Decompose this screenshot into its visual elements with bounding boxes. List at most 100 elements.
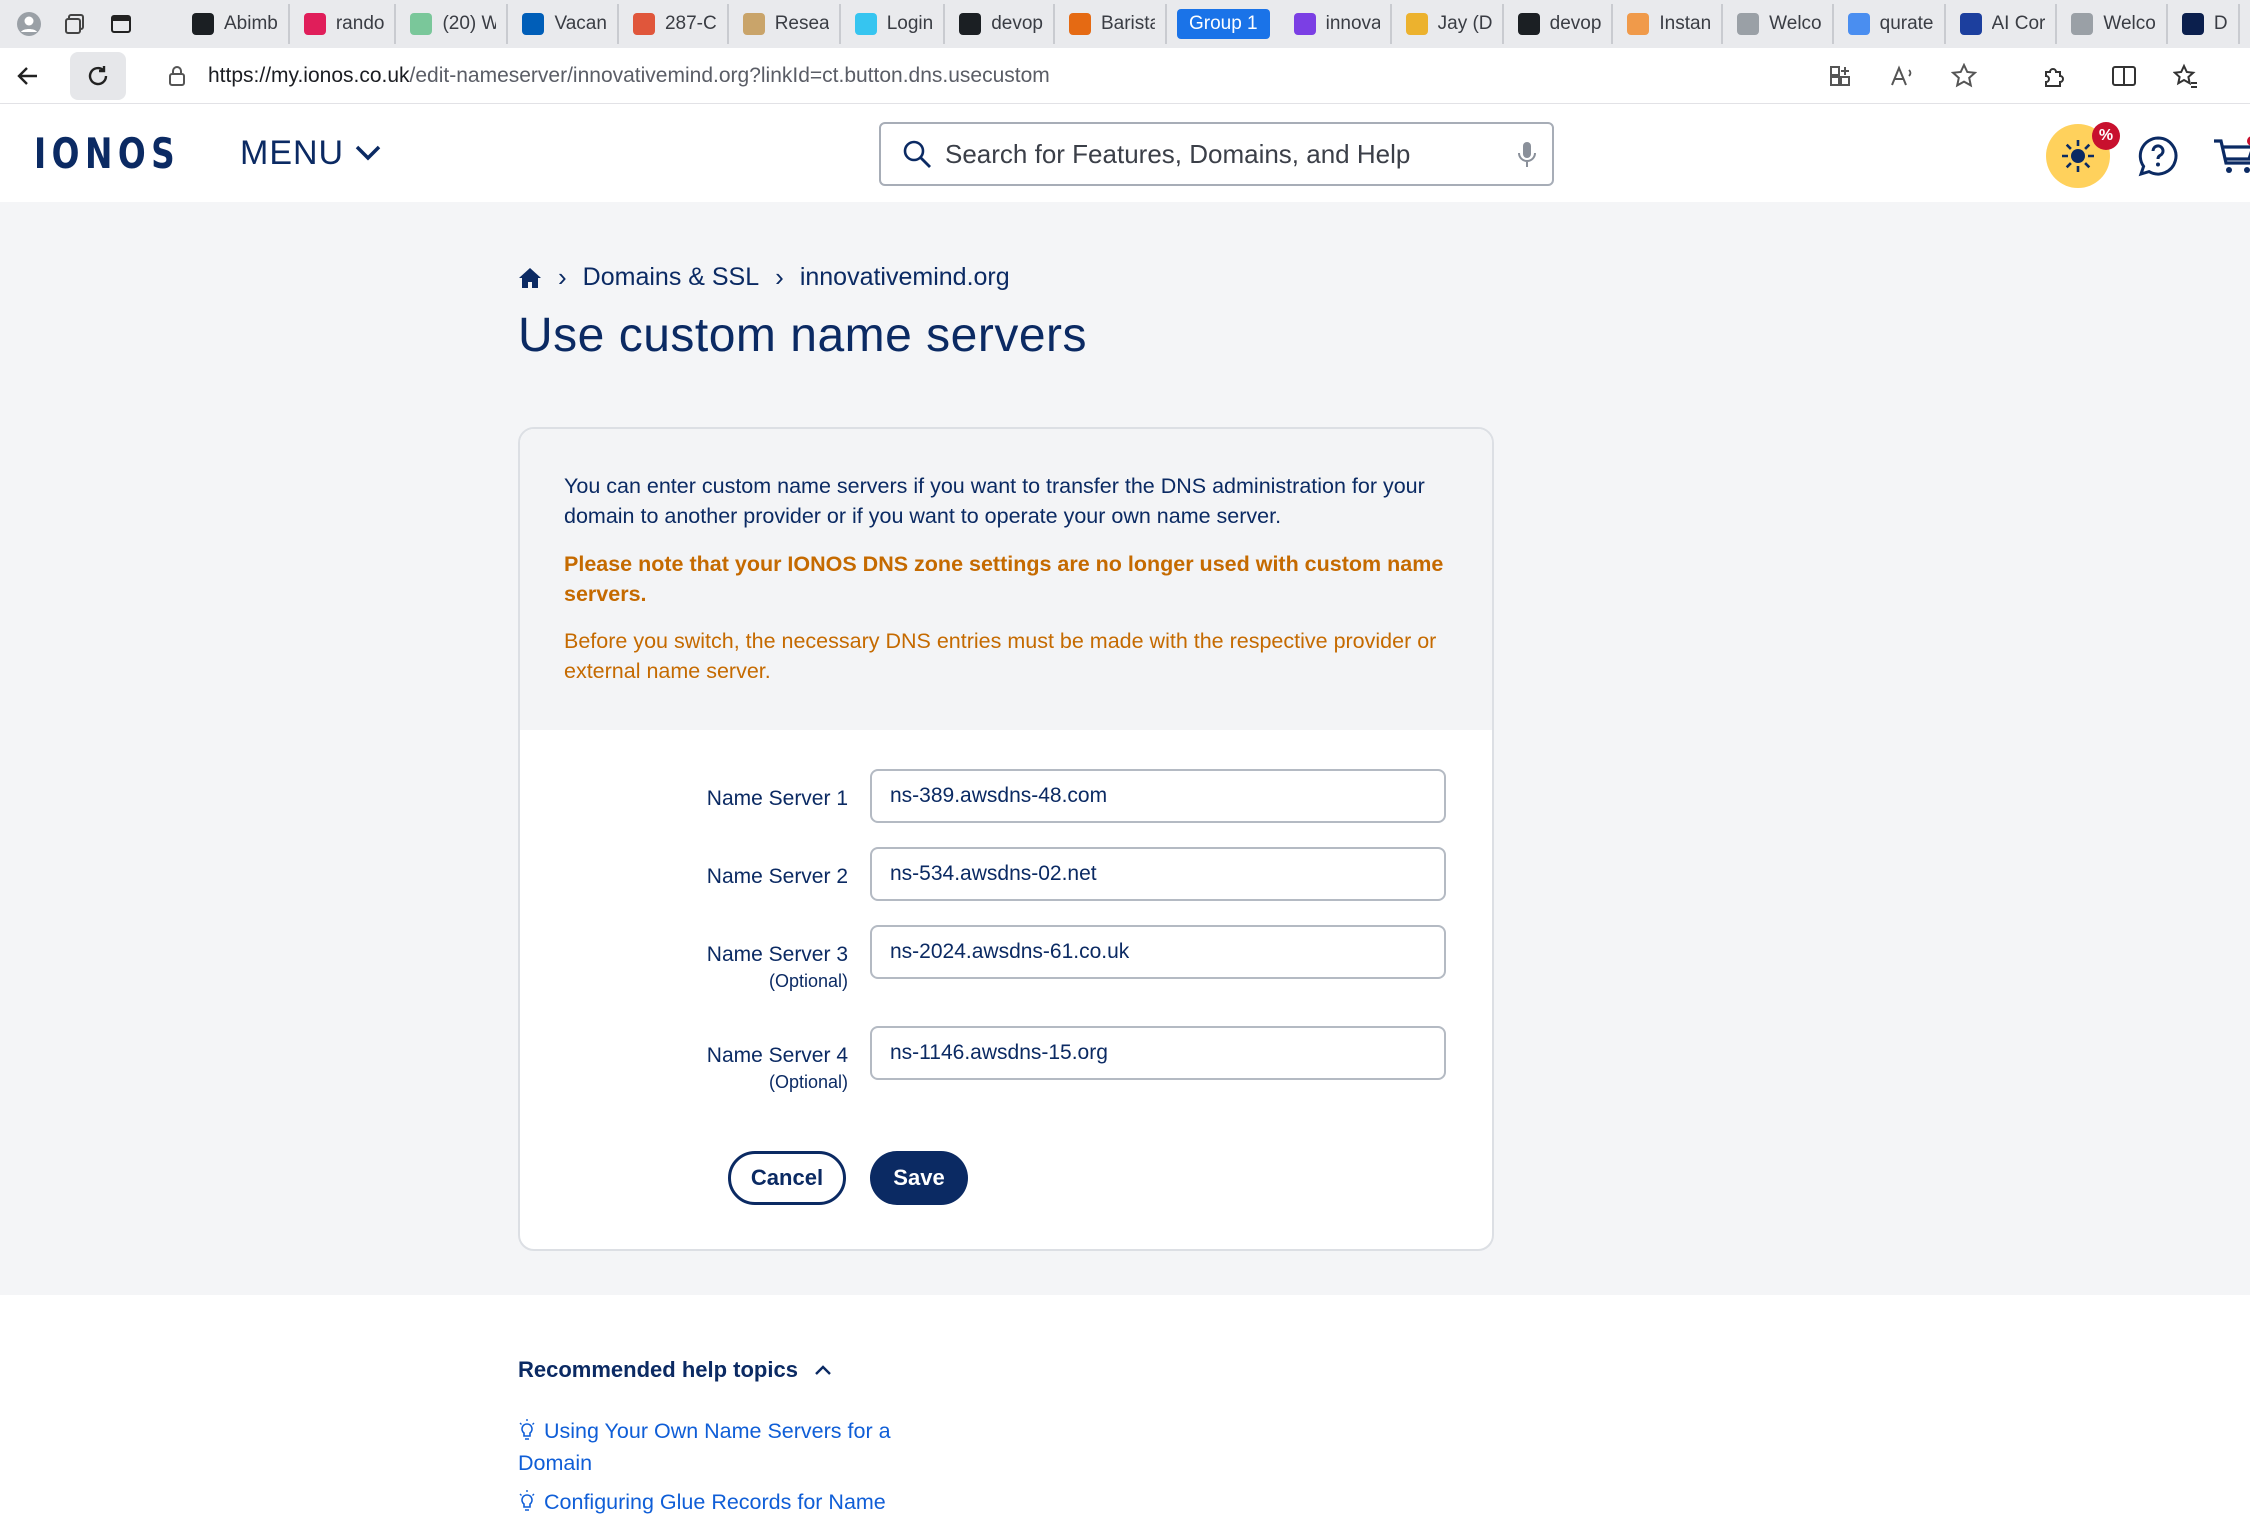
help-link-glue-records[interactable]: Configuring Glue Records for Name bbox=[518, 1486, 928, 1518]
browser-tab[interactable]: Barista bbox=[1055, 4, 1167, 44]
t-logo-icon bbox=[1068, 13, 1091, 35]
browser-tab-title: Vacan bbox=[554, 13, 607, 34]
browser-tab-title: Instan bbox=[1659, 13, 1712, 34]
nameserver-2-input[interactable] bbox=[870, 847, 1446, 901]
page-icon bbox=[2071, 13, 2094, 35]
browser-tab-title: D bbox=[2213, 13, 2228, 34]
breadcrumb-domain[interactable]: innovativemind.org bbox=[800, 263, 1010, 292]
favorite-star-icon[interactable] bbox=[1948, 60, 1980, 92]
ionos-logo[interactable]: IONOS bbox=[34, 129, 175, 178]
split-screen-icon[interactable] bbox=[2108, 60, 2140, 92]
breadcrumb: › Domains & SSL › innovativemind.org bbox=[518, 262, 1010, 293]
info-panel: You can enter custom name servers if you… bbox=[520, 429, 1492, 730]
cart-icon[interactable] bbox=[2212, 136, 2250, 176]
browser-tab-title: innova bbox=[1325, 13, 1380, 34]
help-link-own-nameservers[interactable]: Using Your Own Name Servers for a Domain bbox=[518, 1415, 928, 1479]
nameserver-3-input[interactable] bbox=[870, 925, 1446, 979]
browser-tab[interactable]: Resear bbox=[729, 4, 841, 44]
browser-tab-title: AI Cor bbox=[1991, 13, 2046, 34]
browser-tab[interactable]: devop bbox=[945, 4, 1055, 44]
browser-tab-title: Login bbox=[886, 13, 934, 34]
browser-tab[interactable]: devop bbox=[1504, 4, 1614, 44]
sun-icon bbox=[2062, 140, 2094, 172]
browser-tab[interactable]: innova bbox=[1280, 4, 1392, 44]
browser-tab[interactable]: qurate bbox=[1834, 4, 1946, 44]
browser-tab[interactable]: D bbox=[2168, 4, 2240, 44]
browser-tab[interactable]: AI Cor bbox=[1946, 4, 2058, 44]
nameserver-2-label: Name Server 2 bbox=[706, 865, 848, 888]
app-available-icon[interactable] bbox=[1824, 60, 1856, 92]
browser-tab[interactable]: rando bbox=[290, 4, 397, 44]
warning-bold-text: Please note that your IONOS DNS zone set… bbox=[564, 552, 1444, 606]
nameserver-1-input[interactable] bbox=[870, 769, 1446, 823]
browser-tab[interactable]: Instan bbox=[1613, 4, 1724, 44]
menu-button[interactable]: MENU bbox=[240, 134, 382, 173]
browser-tab-title: devop bbox=[991, 13, 1043, 34]
reload-button[interactable] bbox=[70, 51, 126, 100]
browser-tab-title: Welco bbox=[1769, 13, 1822, 34]
github-icon bbox=[1517, 13, 1540, 35]
browser-tab[interactable]: Jay (D bbox=[1392, 4, 1504, 44]
url-host: https://my.ionos.co.uk bbox=[208, 63, 410, 87]
save-button[interactable]: Save bbox=[870, 1151, 968, 1205]
browser-tab[interactable]: Abimb bbox=[178, 4, 290, 44]
browser-tab[interactable]: Welco bbox=[1723, 4, 1834, 44]
nameserver-4-input[interactable] bbox=[870, 1026, 1446, 1080]
lightbulb-icon bbox=[519, 1490, 535, 1511]
search-icon bbox=[1847, 13, 1870, 35]
browser-tab-title: devop bbox=[1549, 13, 1602, 34]
chevron-down-icon bbox=[355, 145, 381, 161]
nameserver-1-label: Name Server 1 bbox=[706, 787, 848, 810]
microphone-icon[interactable] bbox=[1516, 140, 1538, 170]
bracket-icon bbox=[742, 13, 765, 35]
browser-tab[interactable]: Welco bbox=[2057, 4, 2168, 44]
search-placeholder: Search for Features, Domains, and Help bbox=[945, 138, 1411, 169]
help-link-label: Configuring Glue Records for Name bbox=[544, 1490, 886, 1514]
tab-group-label[interactable]: Group 1 bbox=[1176, 9, 1270, 39]
browser-tab-title: rando bbox=[335, 13, 385, 34]
browser-tab[interactable]: (20) W bbox=[396, 4, 509, 44]
help-chat-icon[interactable] bbox=[2136, 134, 2180, 178]
slack-icon bbox=[303, 13, 326, 35]
lightbulb-icon bbox=[519, 1419, 535, 1440]
browser-tab-title: 287-C bbox=[664, 13, 717, 34]
browser-tab-title: qurate bbox=[1879, 13, 1934, 34]
warning-text: Before you switch, the necessary DNS ent… bbox=[564, 629, 1437, 683]
github-icon bbox=[192, 13, 214, 35]
favorites-icon[interactable] bbox=[2170, 60, 2202, 92]
nhs-icon bbox=[522, 13, 545, 35]
back-button[interactable] bbox=[0, 52, 56, 100]
profile-icon[interactable] bbox=[6, 4, 52, 44]
optional-label: (Optional) bbox=[768, 971, 848, 991]
nameserver-4-label: Name Server 4 bbox=[706, 1044, 848, 1067]
cancel-button[interactable]: Cancel bbox=[728, 1151, 846, 1205]
search-input[interactable]: Search for Features, Domains, and Help bbox=[879, 122, 1554, 186]
search-icon bbox=[903, 140, 931, 168]
github-icon bbox=[959, 13, 982, 35]
orange-app-icon bbox=[1627, 13, 1650, 35]
address-bar: https://my.ionos.co.uk/edit-nameserver/i… bbox=[0, 48, 2250, 104]
optional-label: (Optional) bbox=[768, 1072, 848, 1092]
slack-icon bbox=[854, 13, 877, 35]
page-title: Use custom name servers bbox=[518, 309, 1088, 362]
whatsapp-icon bbox=[410, 13, 433, 35]
home-icon[interactable] bbox=[518, 266, 542, 290]
browser-tab-title: Jay (D bbox=[1437, 13, 1492, 34]
browser-tab[interactable]: Login bbox=[841, 4, 946, 44]
site-header: IONOS MENU Search for Features, Domains,… bbox=[0, 104, 2250, 202]
browser-tab-title: Resear bbox=[774, 13, 829, 34]
browser-tab[interactable]: 287-C bbox=[619, 4, 729, 44]
extensions-icon[interactable] bbox=[2038, 60, 2070, 92]
workspaces-icon[interactable] bbox=[52, 4, 98, 44]
url-field[interactable]: https://my.ionos.co.uk/edit-nameserver/i… bbox=[144, 52, 1804, 99]
browser-tab-title: Abimb bbox=[224, 13, 278, 34]
v-logo-icon bbox=[2181, 13, 2204, 35]
help-topics-toggle[interactable]: Recommended help topics bbox=[518, 1357, 832, 1383]
breadcrumb-domains-ssl[interactable]: Domains & SSL bbox=[583, 263, 759, 292]
browser-tab[interactable]: Vacan bbox=[508, 4, 619, 44]
promo-badge: % bbox=[2092, 122, 2120, 150]
read-aloud-icon[interactable] bbox=[1886, 60, 1918, 92]
tab-actions-icon[interactable] bbox=[98, 4, 144, 44]
lock-icon[interactable] bbox=[166, 65, 188, 87]
nameserver-3-label: Name Server 3 bbox=[706, 943, 848, 966]
